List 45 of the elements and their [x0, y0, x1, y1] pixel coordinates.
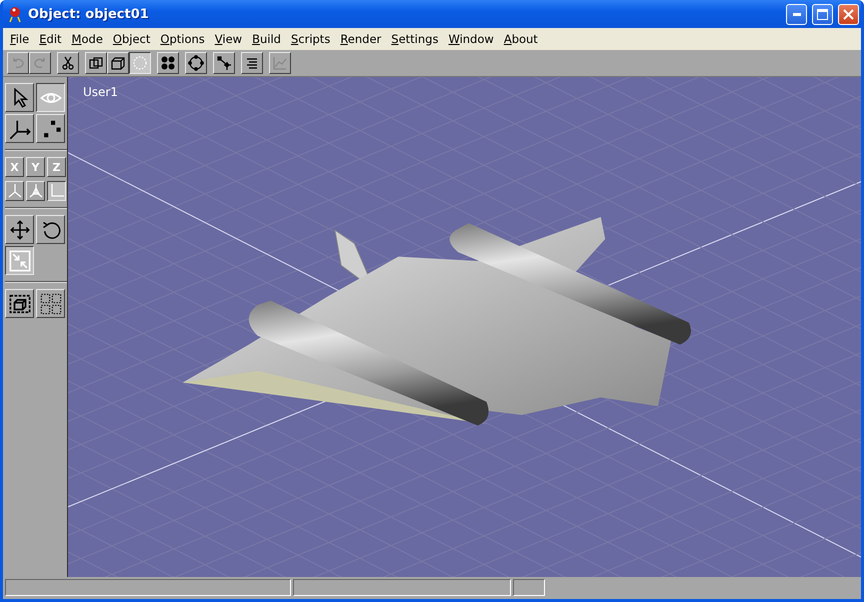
axes-icon — [48, 183, 64, 199]
maximize-icon — [817, 8, 828, 20]
sphere-icon — [132, 55, 148, 71]
menu-item[interactable]: Edit — [34, 32, 67, 46]
viewport-label: User1 — [83, 85, 118, 99]
multi-box-select-icon — [40, 292, 62, 314]
minimize-button[interactable] — [786, 4, 807, 24]
arrow-point-icon — [216, 55, 232, 71]
orientation-button[interactable] — [47, 181, 66, 201]
scissors-icon — [60, 55, 76, 71]
bug-icon — [7, 5, 23, 23]
minimize-icon — [792, 12, 800, 16]
menu-item[interactable]: Settings — [386, 32, 444, 46]
move-icon — [10, 220, 30, 240]
axes-icon — [28, 183, 44, 199]
menu-item[interactable]: Render — [335, 32, 386, 46]
menu-item[interactable]: Build — [247, 32, 286, 46]
toolbar-button[interactable] — [129, 52, 151, 74]
menu-item[interactable]: Options — [155, 32, 210, 46]
close-button[interactable] — [838, 4, 859, 24]
close-icon — [843, 8, 854, 20]
axes-icon — [6, 183, 22, 199]
status-pane — [513, 579, 545, 596]
circle-points-icon — [188, 55, 204, 71]
window-title: Object: object01 — [28, 6, 150, 22]
maximize-button[interactable] — [812, 4, 833, 24]
menu-item[interactable]: View — [210, 32, 248, 46]
transform-button[interactable] — [5, 246, 34, 275]
cubes-icon — [88, 55, 104, 71]
menu-item[interactable]: About — [498, 32, 543, 46]
selection-button[interactable] — [36, 289, 65, 318]
tool-button[interactable] — [36, 83, 65, 112]
menu-item[interactable]: File — [5, 32, 34, 46]
scale-icon — [8, 250, 30, 272]
menu-item[interactable]: Window — [443, 32, 499, 46]
box-select-icon — [8, 292, 30, 314]
viewport[interactable]: User1 — [68, 77, 861, 577]
menu-item[interactable]: Scripts — [286, 32, 336, 46]
rotate-icon — [40, 220, 60, 240]
cube-icon — [110, 55, 126, 71]
menu-item[interactable]: Mode — [66, 32, 108, 46]
line-chart-icon — [272, 55, 288, 71]
selection-button[interactable] — [5, 289, 34, 318]
dots-icon — [160, 55, 176, 71]
menu-item[interactable]: Object — [108, 32, 156, 46]
